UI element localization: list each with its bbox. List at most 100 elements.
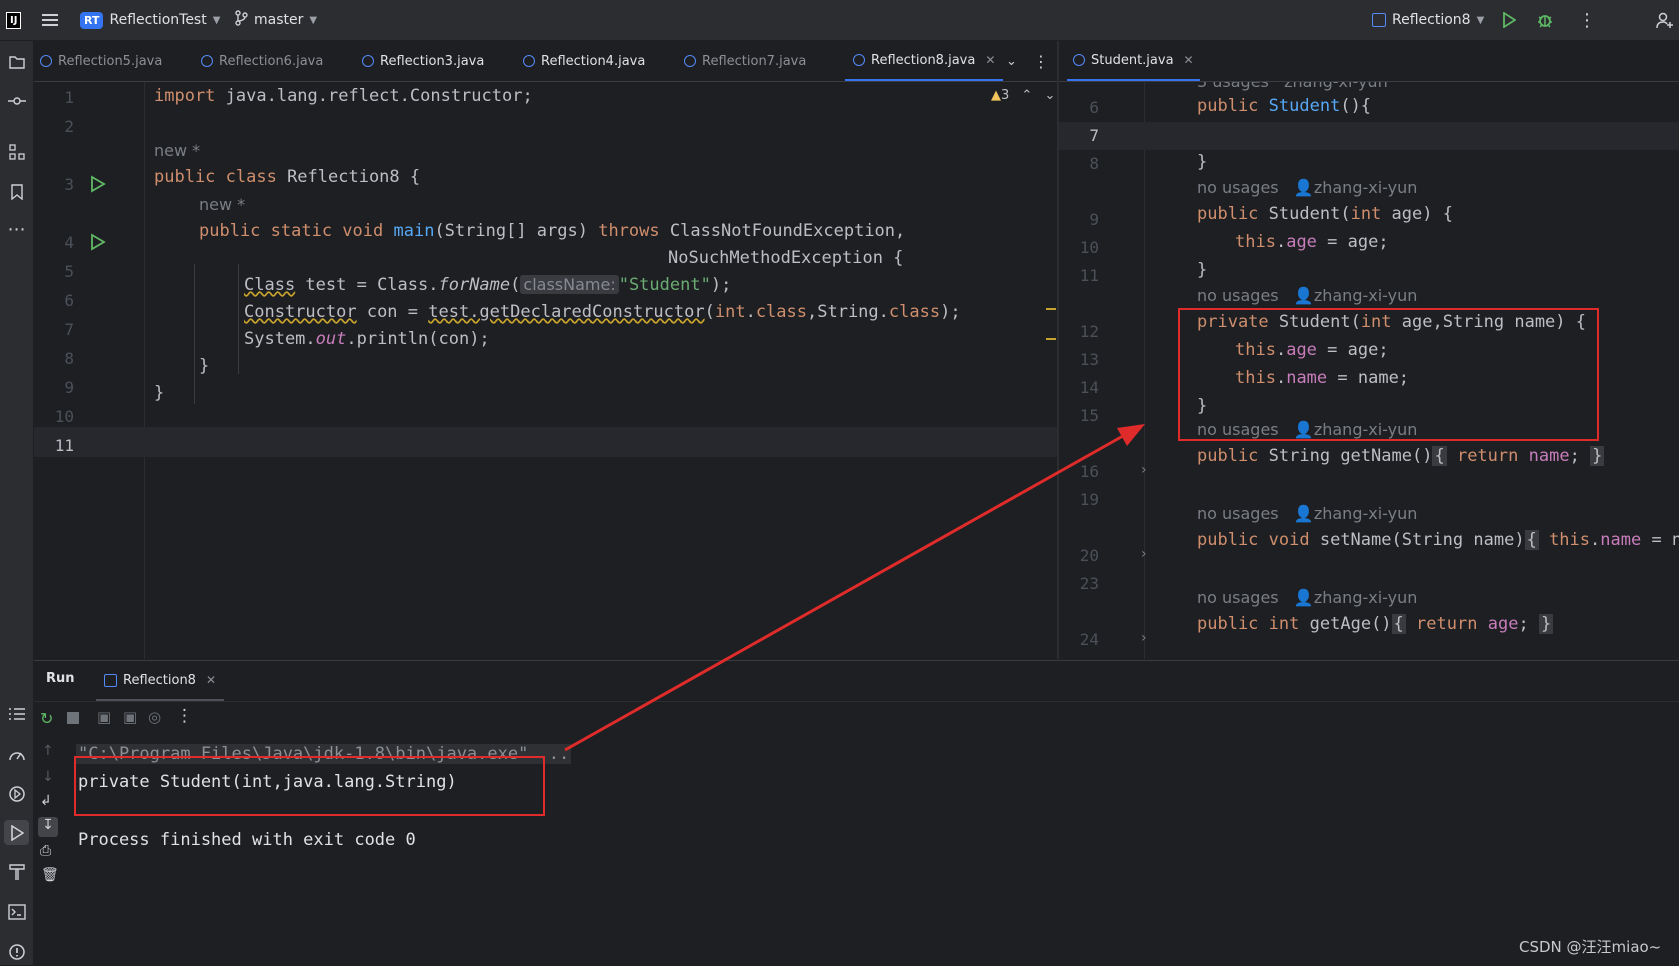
warning-icon: ▲ [991, 88, 1001, 103]
code-line-10: } [154, 383, 165, 403]
java-class-icon [362, 55, 374, 67]
branch-selector[interactable]: master ▼ [234, 0, 317, 40]
parameter-hint: className: [520, 275, 619, 294]
terminal-icon[interactable] [4, 899, 29, 924]
soft-wrap-icon[interactable]: ↲ [40, 793, 52, 809]
run-config-selector[interactable]: Reflection8 ▼ [1372, 0, 1484, 40]
warning-stripe [1046, 308, 1056, 310]
code-line-9: } [199, 356, 210, 376]
tab-label: Student.java [1091, 52, 1174, 68]
run-tool-icon[interactable] [4, 820, 29, 845]
usage-hint[interactable]: no usages 👤zhang-xi-yun [1197, 286, 1417, 305]
left-editor[interactable]: ▲3 ⌃ ⌄ 1 2 3 4 5 6 7 8 9 10 11 import ja… [34, 82, 1057, 659]
person-icon: 👤 [1293, 178, 1314, 197]
folder-icon[interactable] [4, 49, 29, 74]
line-number: 10 [54, 407, 74, 426]
line-number: 7 [1089, 126, 1099, 145]
tab-reflection6[interactable]: Reflection6.java [201, 41, 323, 81]
tab-reflection8[interactable]: Reflection8.java ✕ [845, 41, 1004, 81]
print-icon[interactable]: ⎙ [40, 843, 51, 859]
add-user-icon[interactable] [1656, 0, 1674, 40]
run-gutter-icon[interactable] [90, 175, 106, 197]
tab-reflection4[interactable]: Reflection4.java [523, 41, 645, 81]
author-hint[interactable]: new * [154, 141, 200, 160]
chevron-down-icon[interactable]: ⌄ [1044, 88, 1055, 103]
debug-icon[interactable] [1536, 0, 1554, 40]
console-side-toolbar: ↑ ↓ ↲ ↧ ⎙ 🗑 [34, 735, 64, 966]
close-icon[interactable]: ✕ [206, 673, 216, 687]
usage-hint[interactable]: no usages 👤zhang-xi-yun [1197, 504, 1417, 523]
run-toolbar: ↻ ▣ ▣ ◎ ⋮ [34, 701, 1679, 735]
profiler-icon[interactable] [4, 741, 29, 766]
line-number: 20 [1079, 546, 1099, 565]
tab-reflection5[interactable]: Reflection5.java [40, 41, 162, 81]
line-number: 8 [1089, 154, 1099, 173]
title-bar: IJ RT ReflectionTest ▼ master ▼ Reflecti… [0, 0, 1679, 41]
current-line-highlight [34, 427, 1057, 457]
usage-hint[interactable]: no usages 👤zhang-xi-yun [1197, 588, 1417, 607]
chevron-up-icon[interactable]: ⌃ [1021, 88, 1032, 103]
tab-reflection3[interactable]: Reflection3.java [362, 41, 484, 81]
more-icon[interactable]: ⋮ [176, 706, 193, 726]
tab-label: Reflection6.java [219, 53, 324, 69]
app-logo-icon[interactable]: IJ [6, 0, 22, 40]
stop-icon[interactable] [67, 712, 79, 724]
hamburger-menu-icon[interactable] [42, 0, 58, 40]
code-line-6: Class test = Class.forName(className: "St… [244, 275, 732, 295]
highlight-box-private-constructor [1178, 308, 1599, 441]
tab-reflection7[interactable]: Reflection7.java [684, 41, 806, 81]
java-class-icon [523, 55, 535, 67]
tabs-dropdown-icon[interactable]: ⌄ [1006, 41, 1017, 81]
coverage-icon[interactable]: ◎ [148, 708, 161, 726]
run-icon[interactable] [1502, 0, 1516, 40]
console-exit-line: Process finished with exit code 0 [78, 830, 416, 850]
tool-window-strip: ⋯ [0, 41, 34, 965]
author-hint[interactable]: new * [199, 195, 245, 214]
line-number: 6 [64, 291, 74, 310]
services-icon[interactable] [4, 781, 29, 806]
arrow-up-icon[interactable]: ↑ [42, 743, 54, 759]
java-file-icon [1372, 13, 1386, 27]
inspection-widget[interactable]: ▲3 ⌃ ⌄ [991, 88, 1055, 103]
code-line-r10: this.age = age; [1235, 232, 1389, 252]
chevron-right-icon[interactable]: › [1141, 630, 1147, 646]
arrow-down-icon[interactable]: ↓ [42, 769, 54, 785]
chevron-right-icon[interactable]: › [1141, 462, 1147, 478]
line-number: 3 [64, 175, 74, 194]
current-line-highlight [1059, 122, 1679, 150]
close-icon[interactable]: ✕ [1184, 53, 1194, 67]
camera-icon[interactable]: ▣ [97, 708, 111, 726]
usage-hint[interactable]: no usages 👤zhang-xi-yun [1197, 178, 1417, 197]
tabs-more-icon[interactable]: ⋮ [1033, 41, 1049, 81]
code-line-r11: } [1197, 260, 1208, 280]
build-icon[interactable] [4, 859, 29, 884]
run-tab-reflection8[interactable]: Reflection8 ✕ [96, 661, 225, 701]
restore-layout-icon[interactable]: ▣ [123, 708, 137, 726]
trash-icon[interactable]: 🗑 [41, 867, 59, 883]
run-gutter-icon[interactable] [90, 233, 106, 255]
line-number: 11 [1079, 266, 1099, 285]
close-icon[interactable]: ✕ [985, 53, 995, 67]
more-tools-icon[interactable]: ⋯ [4, 217, 29, 242]
tab-label: Reflection3.java [380, 53, 485, 69]
line-number: 9 [64, 378, 74, 397]
code-line-1: import java.lang.reflect.Constructor; [154, 86, 533, 106]
commit-icon[interactable] [4, 88, 29, 113]
scroll-to-end-icon[interactable]: ↧ [38, 817, 58, 837]
line-number: 1 [64, 88, 74, 107]
java-class-icon [1073, 54, 1085, 66]
left-editor-tabs: Reflection5.java Reflection6.java Reflec… [34, 41, 1057, 82]
usage-hint[interactable]: 3 usages zhang-xi-yun [1197, 82, 1388, 91]
todo-list-icon[interactable] [4, 701, 29, 726]
more-icon[interactable]: ⋮ [1578, 0, 1596, 40]
tab-student[interactable]: Student.java ✕ [1067, 41, 1200, 81]
chevron-right-icon[interactable]: › [1141, 546, 1147, 562]
project-selector[interactable]: RT ReflectionTest ▼ [80, 0, 220, 40]
line-number: 8 [64, 349, 74, 368]
structure-icon[interactable] [4, 139, 29, 164]
problems-icon[interactable] [4, 939, 29, 964]
rerun-icon[interactable]: ↻ [40, 709, 53, 728]
run-panel-title: Run [46, 671, 75, 686]
highlight-box-output [74, 756, 545, 816]
bookmark-icon[interactable] [4, 179, 29, 204]
